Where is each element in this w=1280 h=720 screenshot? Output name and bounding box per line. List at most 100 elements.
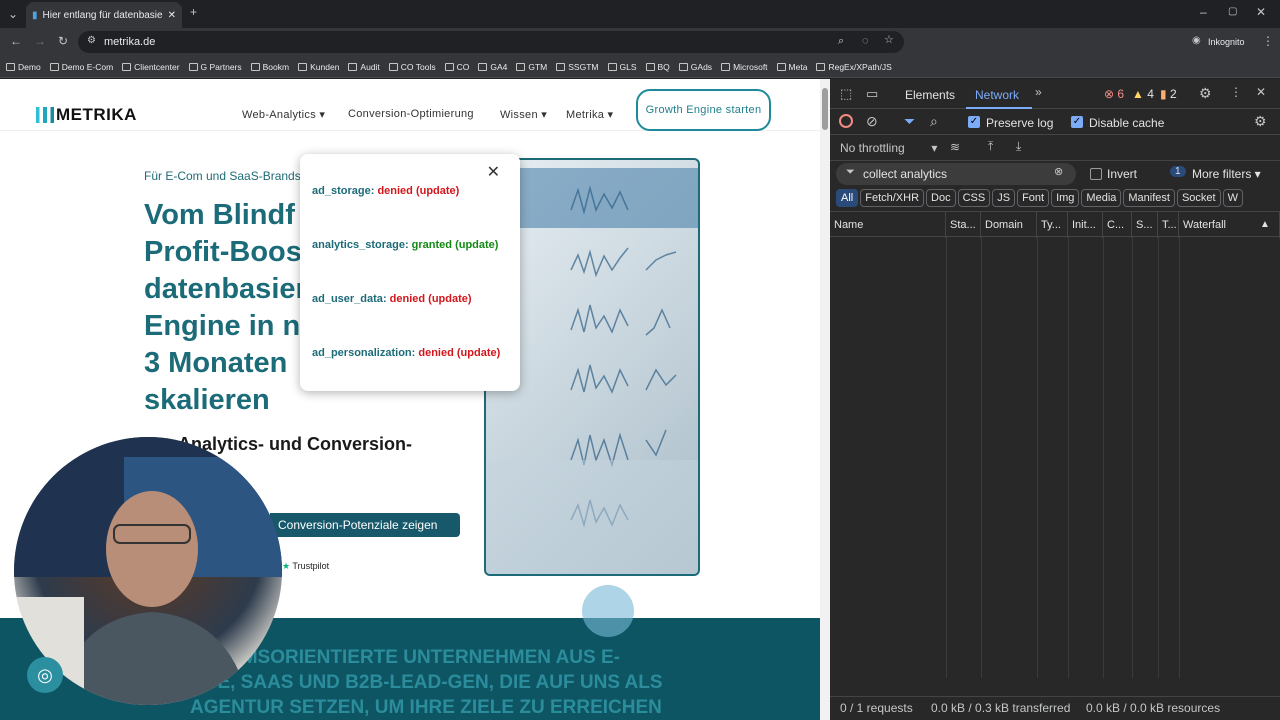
- warning-count[interactable]: ▲ 4: [1132, 87, 1154, 101]
- request-table-header: Name Sta... Domain Ty... Init... C... S... T...…: [830, 211, 1280, 238]
- bookmark-item[interactable]: CO Tools: [388, 62, 436, 72]
- zoom-icon[interactable]: ⌕: [838, 36, 844, 47]
- preserve-log-checkbox[interactable]: ✓: [968, 116, 980, 128]
- export-har-icon[interactable]: ⤓: [1016, 140, 1021, 152]
- reload-icon[interactable]: ↻: [58, 35, 68, 47]
- bookmark-item[interactable]: GTM: [516, 62, 547, 72]
- resources-size: 0.0 kB / 0.0 kB resources: [1086, 701, 1221, 715]
- issues-count[interactable]: ▮ 2: [1160, 87, 1177, 101]
- nav-conversion-optimierung[interactable]: Conversion-Optimierung: [348, 108, 474, 120]
- column-header[interactable]: C...: [1103, 212, 1132, 238]
- column-header[interactable]: Name: [830, 212, 946, 238]
- column-header[interactable]: S...: [1132, 212, 1158, 238]
- profile-label[interactable]: Inkognito: [1208, 37, 1245, 47]
- more-filters-button[interactable]: More filters ▾: [1192, 167, 1261, 181]
- bookmark-item[interactable]: CO: [444, 62, 469, 72]
- inspect-icon[interactable]: ⬚: [840, 87, 852, 100]
- bookmark-item[interactable]: GLS: [607, 62, 637, 72]
- search-icon[interactable]: ⌕: [930, 114, 938, 128]
- network-settings-icon[interactable]: ⚙: [1254, 114, 1267, 128]
- bookmark-item[interactable]: Kunden: [298, 62, 339, 72]
- forward-icon[interactable]: →: [34, 35, 46, 47]
- close-window-icon[interactable]: ✕: [1256, 6, 1266, 18]
- bookmark-item[interactable]: Microsoft: [721, 62, 768, 72]
- conversion-potenziale-button[interactable]: Conversion-Potenziale zeigen: [270, 513, 460, 537]
- filter-icon[interactable]: ⏷: [904, 114, 915, 128]
- bookmark-item[interactable]: Demo: [6, 62, 41, 72]
- tab-elements[interactable]: Elements: [905, 88, 955, 102]
- bookmarks-bar: Demo Demo E-Com Clientcenter G Partners Book…: [0, 56, 1280, 78]
- bookmark-item[interactable]: SSGTM: [556, 62, 599, 72]
- wifi-icon[interactable]: ≋: [950, 141, 960, 153]
- type-filter-manifest[interactable]: Manifest: [1123, 189, 1175, 207]
- consent-row-ad-personalization: ad_personalization: denied (update): [312, 347, 501, 359]
- column-header[interactable]: Init...: [1068, 212, 1103, 238]
- bookmark-item[interactable]: Meta: [776, 62, 807, 72]
- column-header[interactable]: T...: [1158, 212, 1179, 238]
- close-devtools-icon[interactable]: ✕: [1256, 86, 1266, 98]
- tab-strip: ⌄ ▮ Hier entlang für datenbasierte ✕ + –…: [0, 0, 1280, 28]
- invert-checkbox[interactable]: [1090, 168, 1102, 180]
- type-filter-fetchxhr[interactable]: Fetch/XHR: [860, 189, 925, 207]
- type-filter-all[interactable]: All: [836, 189, 859, 207]
- record-icon[interactable]: [839, 114, 853, 128]
- nav-wissen[interactable]: Wissen ▾: [500, 108, 547, 121]
- column-header[interactable]: Ty...: [1037, 212, 1068, 238]
- address-bar[interactable]: ⚙ metrika.de ⌕ ◌ ☆: [78, 31, 904, 53]
- back-icon[interactable]: ←: [10, 35, 22, 47]
- more-tabs-icon[interactable]: »: [1035, 86, 1042, 98]
- bookmark-item[interactable]: GAds: [678, 62, 712, 72]
- error-count[interactable]: ⊗ 6: [1104, 87, 1124, 101]
- close-tab-icon[interactable]: ✕: [168, 10, 176, 21]
- bookmark-item[interactable]: GA4: [478, 62, 507, 72]
- device-toggle-icon[interactable]: ▭: [866, 87, 878, 100]
- menu-icon[interactable]: ⋮: [1262, 35, 1274, 47]
- bookmark-item[interactable]: Bookm: [250, 62, 289, 72]
- close-icon[interactable]: ✕: [487, 162, 500, 182]
- type-filter-socket[interactable]: Socket: [1176, 189, 1221, 207]
- bookmark-item[interactable]: Audit: [348, 62, 380, 72]
- import-har-icon[interactable]: ⤒: [988, 140, 993, 152]
- bookmark-item[interactable]: RegEx/XPath/JS: [816, 62, 892, 72]
- type-filter-css[interactable]: CSS: [957, 189, 991, 207]
- column-divider: [1158, 237, 1159, 678]
- filter-input[interactable]: ⏷ collect analytics ⊗: [836, 163, 1076, 185]
- type-filter-w[interactable]: W: [1222, 189, 1243, 207]
- scrollbar-thumb[interactable]: [822, 88, 828, 130]
- clear-filter-icon[interactable]: ⊗: [1054, 167, 1063, 178]
- bookmark-item[interactable]: G Partners: [188, 62, 242, 72]
- nav-metrika[interactable]: Metrika ▾: [566, 108, 613, 121]
- bookmark-item[interactable]: BQ: [645, 62, 670, 72]
- settings-icon[interactable]: ⚙: [1199, 86, 1212, 100]
- type-filter-font[interactable]: Font: [1017, 189, 1050, 207]
- page-scrollbar[interactable]: [820, 79, 830, 720]
- bookmark-item[interactable]: Clientcenter: [122, 62, 180, 72]
- growth-engine-button[interactable]: Growth Engine starten: [636, 89, 771, 131]
- nav-web-analytics[interactable]: Web-Analytics ▾: [242, 108, 325, 121]
- throttling-select[interactable]: No throttling ▾: [840, 141, 937, 155]
- bookmark-item[interactable]: Demo E-Com: [49, 62, 113, 72]
- maximize-icon[interactable]: ▢: [1228, 7, 1237, 17]
- column-divider: [1037, 237, 1038, 678]
- column-header[interactable]: Domain: [981, 212, 1037, 238]
- fingerprint-icon[interactable]: ◎: [27, 657, 63, 693]
- new-tab-icon[interactable]: +: [190, 6, 197, 18]
- tab-search-icon[interactable]: ⌄: [8, 8, 18, 20]
- type-filter-img[interactable]: Img: [1051, 189, 1080, 207]
- folder-icon: [607, 62, 617, 71]
- star-icon[interactable]: ☆: [884, 35, 894, 46]
- clear-icon[interactable]: ⊘: [866, 114, 878, 128]
- type-filter-doc[interactable]: Doc: [926, 189, 956, 207]
- kebab-menu-icon[interactable]: ⋮: [1230, 86, 1242, 98]
- column-header[interactable]: Sta...: [946, 212, 981, 238]
- trustpilot-badge[interactable]: ★ Trustpilot: [282, 561, 329, 572]
- minimize-icon[interactable]: –: [1200, 6, 1207, 18]
- type-filter-media[interactable]: Media: [1081, 189, 1122, 207]
- logo[interactable]: METRIKA: [36, 105, 137, 125]
- tab-network[interactable]: Network: [975, 88, 1019, 102]
- site-info-icon[interactable]: ⚙: [87, 36, 96, 46]
- disable-cache-checkbox[interactable]: ✓: [1071, 116, 1083, 128]
- eye-slash-icon[interactable]: ◌: [862, 36, 869, 47]
- type-filter-js[interactable]: JS: [992, 189, 1016, 207]
- browser-tab[interactable]: ▮ Hier entlang für datenbasierte ✕: [26, 2, 182, 28]
